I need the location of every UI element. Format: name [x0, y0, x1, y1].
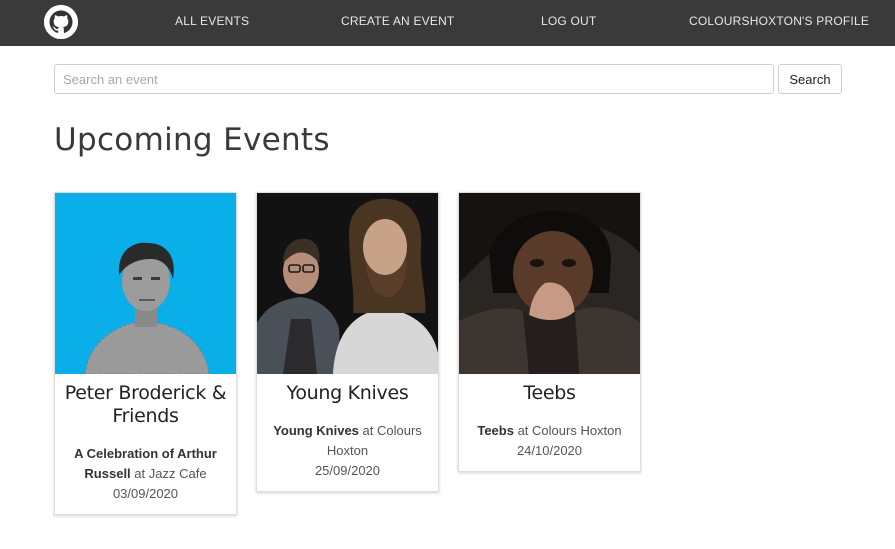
event-artist: Teebs [477, 423, 514, 438]
nav-all-events[interactable]: ALL EVENTS [175, 14, 249, 28]
event-venue-prefix: at [358, 423, 377, 438]
event-title: Young Knives [286, 382, 409, 404]
nav-create-event[interactable]: CREATE AN EVENT [341, 14, 454, 28]
event-venue-prefix: at [130, 466, 149, 481]
nav-log-out[interactable]: LOG OUT [541, 14, 596, 28]
event-image[interactable] [55, 193, 236, 374]
event-title: Teebs [523, 382, 576, 404]
search-input[interactable] [54, 64, 774, 94]
event-venue: Colours Hoxton [532, 423, 622, 438]
search-button[interactable]: Search [778, 64, 842, 94]
event-details: Teebs at Colours Hoxton 24/10/2020 [459, 405, 640, 471]
event-artist: Young Knives [273, 423, 359, 438]
event-details: Young Knives at Colours Hoxton 25/09/202… [257, 405, 438, 491]
event-image[interactable] [459, 193, 640, 374]
event-date: 24/10/2020 [516, 443, 583, 458]
event-date: 03/09/2020 [112, 486, 179, 501]
event-title: Peter Broderick & Friends [64, 382, 227, 427]
event-details: A Celebration of Arthur Russell at Jazz … [55, 428, 236, 514]
github-logo-icon[interactable] [44, 5, 78, 39]
event-image[interactable] [257, 193, 438, 374]
event-card[interactable]: Peter Broderick & Friends A Celebration … [54, 192, 237, 515]
nav-profile[interactable]: COLOURSHOXTON'S PROFILE [689, 14, 869, 28]
event-date: 25/09/2020 [314, 463, 381, 478]
event-card[interactable]: Teebs Teebs at Colours Hoxton 24/10/2020 [458, 192, 641, 472]
event-venue: Jazz Cafe [148, 466, 207, 481]
page-title: Upcoming Events [54, 122, 330, 158]
top-navbar: ALL EVENTS CREATE AN EVENT LOG OUT COLOU… [0, 0, 895, 46]
event-card[interactable]: Young Knives Young Knives at Colours Hox… [256, 192, 439, 492]
event-venue-prefix: at [513, 423, 533, 438]
